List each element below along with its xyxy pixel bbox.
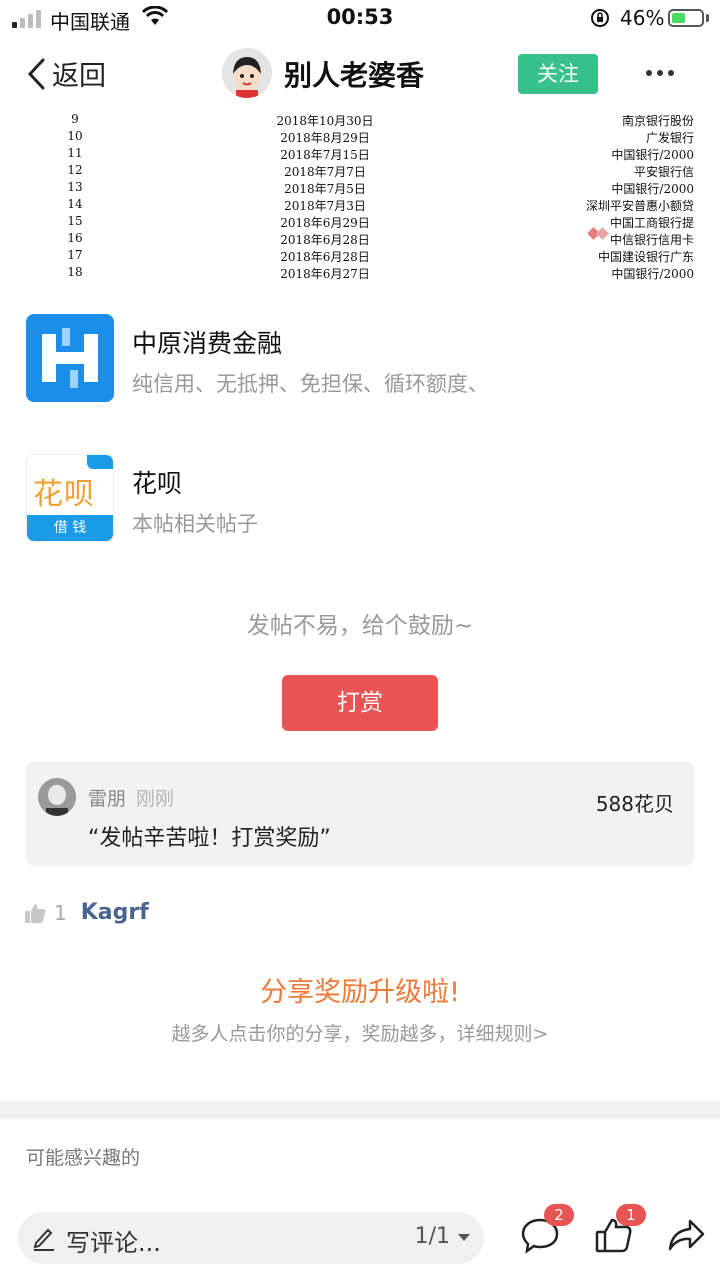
row-bank: 广发银行: [645, 131, 694, 145]
reward-message: “发帖辛苦啦！打赏奖励”: [88, 826, 331, 851]
row-bank: 平安银行信: [633, 165, 694, 179]
zhongyuan-logo: [26, 314, 114, 402]
reward-amount: 588花贝: [595, 792, 674, 816]
like-button[interactable]: 1: [594, 1204, 646, 1258]
row-date: 2018年7月5日: [284, 182, 366, 196]
clock: 00:53: [326, 5, 394, 29]
battery-tip: [706, 14, 709, 22]
reward-button[interactable]: 打赏: [282, 675, 438, 731]
share-button[interactable]: [666, 1216, 706, 1258]
watermark-icon: [588, 227, 609, 240]
product-card-zhongyuan[interactable]: 中原消费金融 纯信用、无抵押、免担保、循环额度、: [26, 314, 696, 404]
logo-corner-tag: [87, 455, 113, 469]
row-bank: 中国建设银行广东: [597, 250, 694, 264]
row-number: 18: [67, 265, 83, 279]
row-date: 2018年6月27日: [280, 267, 370, 281]
comment-count-badge: 2: [544, 1204, 574, 1226]
rewarder-name[interactable]: 雷朋: [88, 784, 126, 811]
bottom-bar: 写评论... 1/1 2 1: [0, 1196, 720, 1280]
row-bank: 中国银行/2000: [611, 267, 694, 281]
row-date: 2018年7月15日: [280, 148, 370, 162]
row-number: 9: [71, 112, 79, 126]
section-divider: [0, 1101, 720, 1119]
row-number: 16: [67, 231, 83, 245]
back-button[interactable]: 返回: [26, 54, 106, 93]
row-number: 14: [67, 197, 83, 211]
battery-percent: 46%: [620, 6, 665, 30]
thumbs-up-icon[interactable]: [24, 902, 46, 924]
card-title: 中原消费金融: [132, 329, 283, 358]
encourage-text: 发帖不易，给个鼓励~: [246, 613, 474, 639]
row-number: 17: [67, 248, 83, 262]
table-row: 14 2018年7月3日 深圳平安普惠小额贷: [30, 197, 694, 214]
row-bank: 中国银行/2000: [611, 148, 694, 162]
card-subtitle: 本帖相关帖子: [132, 512, 258, 536]
share-reward-title[interactable]: 分享奖励升级啦!: [0, 970, 720, 1009]
row-date: 2018年7月3日: [284, 199, 366, 213]
huabei-logo-sub: 借 钱: [27, 515, 113, 541]
follow-button[interactable]: 关注: [518, 54, 598, 94]
chevron-left-icon: [27, 58, 45, 89]
avatar-image: [222, 48, 272, 98]
likes-row: 1 Kagrf: [24, 900, 149, 925]
back-label: 返回: [52, 61, 106, 92]
comments-button[interactable]: 2: [520, 1204, 574, 1258]
page-title: 别人老婆香: [284, 59, 425, 92]
comment-placeholder: 写评论...: [66, 1229, 161, 1257]
nav-bar: 返回 别人老婆香 关注: [0, 40, 720, 110]
page-indicator[interactable]: 1/1: [415, 1224, 450, 1249]
card-subtitle: 纯信用、无抵押、免担保、循环额度、: [132, 372, 489, 396]
row-bank: 中国银行/2000: [611, 182, 694, 196]
table-row: 13 2018年7月5日 中国银行/2000: [30, 180, 694, 197]
row-date: 2018年10月30日: [276, 114, 374, 128]
table-row: 11 2018年7月15日 中国银行/2000: [30, 146, 694, 163]
rotation-lock-icon: [591, 9, 609, 27]
huabei-logo: 花呗 借 钱: [26, 454, 114, 542]
battery-icon: [668, 9, 704, 27]
row-date: 2018年8月29日: [280, 131, 370, 145]
reward-time: 刚刚: [136, 788, 175, 810]
table-rows: 9 2018年10月30日 南京银行股份 10 2018年8月29日 广发银行 11 2018…: [30, 112, 694, 282]
recommendations-heading: 可能感兴趣的: [26, 1147, 141, 1169]
post-table-image[interactable]: 9 2018年10月30日 南京银行股份 10 2018年8月29日 广发银行 11 2018…: [30, 112, 694, 284]
row-number: 12: [67, 163, 83, 177]
pencil-icon: [33, 1228, 54, 1251]
rewarder-avatar[interactable]: [38, 778, 76, 816]
row-date: 2018年6月28日: [280, 233, 370, 247]
row-number: 10: [67, 129, 83, 143]
row-date: 2018年6月28日: [280, 250, 370, 264]
row-bank: 南京银行股份: [621, 114, 694, 128]
card-title: 花呗: [132, 469, 183, 498]
status-bar: 中国联通 00:53 46%: [0, 0, 720, 36]
share-reward-rules-link[interactable]: 越多人点击你的分享，奖励越多，详细规则>: [0, 1019, 720, 1046]
table-row: 10 2018年8月29日 广发银行: [30, 129, 694, 146]
share-arrow-icon: [668, 1219, 705, 1251]
more-options-icon[interactable]: [646, 70, 674, 76]
table-row: 9 2018年10月30日 南京银行股份: [30, 112, 694, 129]
row-date: 2018年6月29日: [280, 216, 370, 230]
row-number: 13: [67, 180, 83, 194]
row-date: 2018年7月7日: [284, 165, 366, 179]
like-count-badge: 1: [616, 1204, 646, 1226]
table-row: 17 2018年6月28日 中国建设银行广东: [30, 248, 694, 265]
product-card-huabei[interactable]: 花呗 借 钱 花呗 本帖相关帖子: [26, 454, 696, 544]
liker-name[interactable]: Kagrf: [81, 900, 149, 925]
caret-down-icon[interactable]: [458, 1234, 470, 1241]
row-number: 11: [67, 146, 83, 160]
author-avatar[interactable]: [222, 48, 272, 98]
comment-input[interactable]: 写评论... 1/1: [18, 1212, 484, 1264]
reward-record: 雷朋 刚刚 588花贝 “发帖辛苦啦！打赏奖励”: [26, 762, 694, 866]
battery-fill: [672, 13, 685, 23]
table-row: 12 2018年7月7日 平安银行信: [30, 163, 694, 180]
row-bank: 深圳平安普惠小额贷: [585, 199, 694, 213]
huabei-logo-text: 花呗: [33, 477, 95, 512]
like-count: 1: [54, 900, 67, 925]
row-number: 15: [67, 214, 83, 228]
table-row: 18 2018年6月27日 中国银行/2000: [30, 265, 694, 282]
